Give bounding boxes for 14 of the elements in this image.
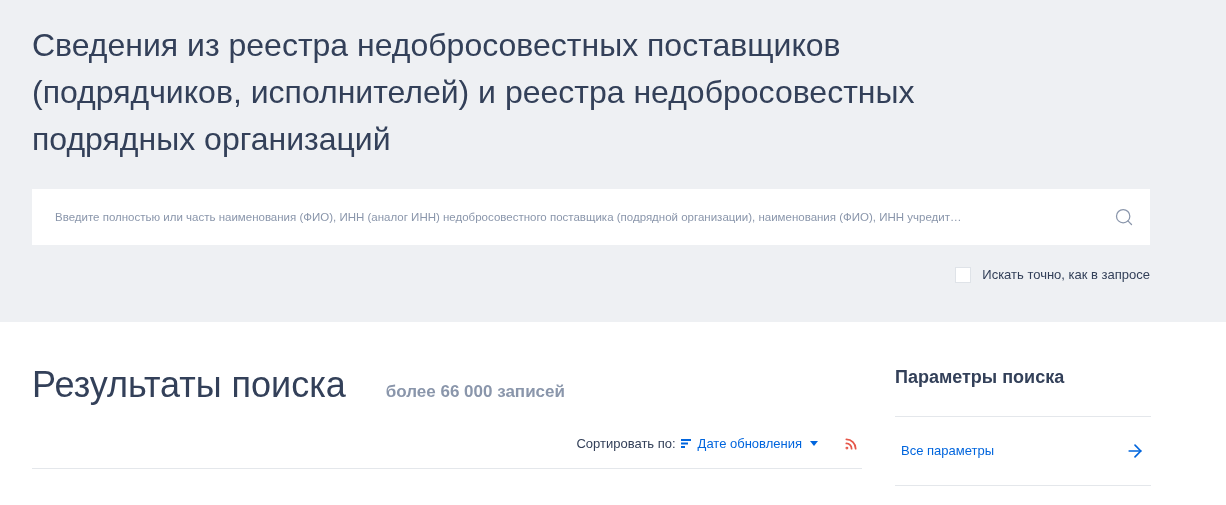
results-count: более 66 000 записей [385, 381, 565, 403]
sort-label: Сортировать по: [576, 435, 676, 453]
checkbox-label: Искать точно, как в запросе [982, 266, 1150, 284]
caret-icon [810, 441, 818, 447]
search-icon[interactable] [1114, 207, 1134, 227]
rss-icon[interactable] [844, 436, 858, 451]
checkbox[interactable] [955, 266, 972, 283]
page-title: Сведения из реестра недобросовестных поставщиков (подрядчиков, исполнителей) и реестра недобросовестных подрядных организаций [32, 26, 916, 159]
all-parameters-link[interactable]: Все параметры [901, 441, 994, 461]
sort-icon [680, 439, 691, 449]
results-title: Результаты поиска [32, 363, 346, 407]
sidebar-title: Параметры поиска [895, 366, 1066, 389]
sort-dropdown[interactable]: Дате обновления [697, 434, 818, 454]
search-field[interactable]: Введите полностью или часть наименования (ФИО), ИНН (аналог ИНН) недобросовестного поставщика (подрядной организации), наименования (ФИО), ИНН учредит… [32, 189, 1150, 245]
